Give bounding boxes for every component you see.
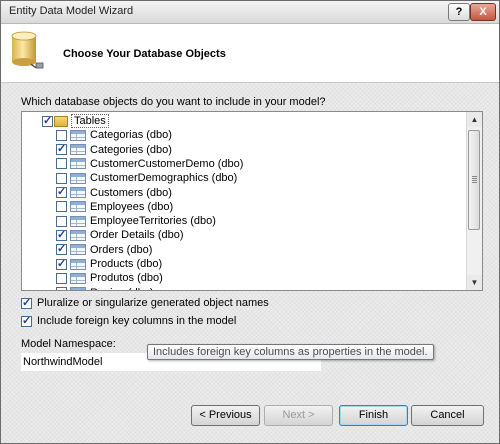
close-button[interactable]: X [470, 3, 496, 21]
tree-item-checkbox[interactable] [56, 201, 67, 213]
foreign-keys-checkbox[interactable] [21, 314, 32, 327]
tree-root-tables[interactable]: Tables [42, 114, 109, 128]
tree-item-checkbox[interactable] [56, 142, 67, 156]
table-icon [70, 287, 86, 290]
tree-item[interactable]: Region (dbo) [56, 286, 154, 290]
tree-rows: Tables Categorias (dbo)Categories (dbo)C… [22, 112, 466, 290]
table-icon [70, 229, 86, 241]
tree-item-label: Order Details (dbo) [90, 229, 184, 242]
tables-label: Tables [71, 114, 109, 128]
foreign-keys-option[interactable]: Include foreign key columns in the model [21, 314, 236, 327]
scroll-up-icon[interactable]: ▲ [467, 112, 482, 127]
cancel-button[interactable]: Cancel [411, 405, 484, 426]
tree-item-checkbox[interactable] [56, 272, 67, 284]
wizard-window: Entity Data Model Wizard ? X Choose Your… [0, 0, 500, 444]
previous-button[interactable]: < Previous [191, 405, 260, 426]
tree-item-checkbox[interactable] [56, 257, 67, 270]
tree-item[interactable]: CustomerDemographics (dbo) [56, 171, 237, 185]
table-icon [70, 215, 86, 227]
title-bar[interactable]: Entity Data Model Wizard ? X [1, 1, 499, 24]
wizard-header: Choose Your Database Objects [1, 24, 499, 83]
tree-item-label: Region (dbo) [90, 287, 154, 290]
tree-item-label: Products (dbo) [90, 258, 163, 270]
tree-item-checkbox[interactable] [56, 287, 67, 290]
tree-item[interactable]: Orders (dbo) [56, 242, 153, 257]
table-icon [70, 144, 86, 156]
database-objects-tree[interactable]: Tables Categorias (dbo)Categories (dbo)C… [21, 111, 483, 291]
table-icon [70, 272, 86, 284]
tree-item-label: Produtos (dbo) [90, 272, 163, 285]
foreign-keys-label[interactable]: Include foreign key columns in the model [37, 315, 236, 327]
table-icon [70, 158, 86, 170]
scroll-thumb[interactable] [468, 130, 480, 230]
tree-item[interactable]: Produtos (dbo) [56, 271, 163, 285]
tree-item[interactable]: Categorias (dbo) [56, 128, 172, 142]
table-icon [70, 201, 86, 213]
pluralize-label[interactable]: Pluralize or singularize generated objec… [37, 297, 269, 309]
tree-item-checkbox[interactable] [56, 172, 67, 184]
page-heading: Choose Your Database Objects [63, 48, 226, 60]
next-button[interactable]: Next > [264, 405, 333, 426]
finish-button[interactable]: Finish [339, 405, 408, 426]
tables-checkbox[interactable] [42, 114, 53, 127]
objects-question: Which database objects do you want to in… [21, 96, 326, 108]
tree-item[interactable]: Customers (dbo) [56, 185, 172, 200]
tree-item-label: CustomerDemographics (dbo) [90, 172, 238, 185]
help-button[interactable]: ? [448, 3, 470, 21]
tree-item-checkbox[interactable] [56, 185, 67, 198]
tree-item[interactable]: Employees (dbo) [56, 200, 173, 214]
scroll-down-icon[interactable]: ▼ [467, 275, 482, 290]
tree-item-checkbox[interactable] [56, 242, 67, 256]
table-icon [70, 172, 86, 184]
tree-item-label: Categories (dbo) [90, 143, 172, 156]
tree-item[interactable]: CustomerCustomerDemo (dbo) [56, 157, 243, 171]
tree-item[interactable]: Products (dbo) [56, 257, 162, 271]
tree-item-label: Orders (dbo) [90, 243, 153, 256]
table-icon [70, 187, 86, 198]
namespace-label: Model Namespace: [21, 338, 116, 350]
tree-item-checkbox[interactable] [56, 215, 67, 227]
database-icon [11, 31, 44, 69]
tree-item-label: Customers (dbo) [90, 186, 172, 199]
tree-item-label: Employees (dbo) [90, 200, 174, 213]
tree-item-checkbox[interactable] [56, 129, 67, 141]
tree-item[interactable]: Categories (dbo) [56, 142, 172, 157]
tree-item-checkbox[interactable] [56, 158, 67, 170]
tree-item-checkbox[interactable] [56, 228, 67, 241]
window-title: Entity Data Model Wizard [9, 5, 134, 17]
tree-item-label: EmployeeTerritories (dbo) [90, 215, 216, 228]
table-icon [70, 129, 86, 141]
pluralize-option[interactable]: Pluralize or singularize generated objec… [21, 296, 269, 309]
tree-item[interactable]: Order Details (dbo) [56, 228, 184, 242]
vertical-scrollbar[interactable]: ▲ ▼ [466, 112, 482, 290]
tree-item[interactable]: EmployeeTerritories (dbo) [56, 214, 216, 228]
tree-item-label: Categorias (dbo) [90, 129, 172, 142]
table-icon [70, 244, 86, 256]
tooltip: Includes foreign key columns as properti… [147, 344, 434, 360]
folder-icon [54, 115, 68, 127]
pluralize-checkbox[interactable] [21, 296, 32, 309]
table-icon [70, 258, 86, 270]
tree-item-label: CustomerCustomerDemo (dbo) [90, 157, 244, 170]
